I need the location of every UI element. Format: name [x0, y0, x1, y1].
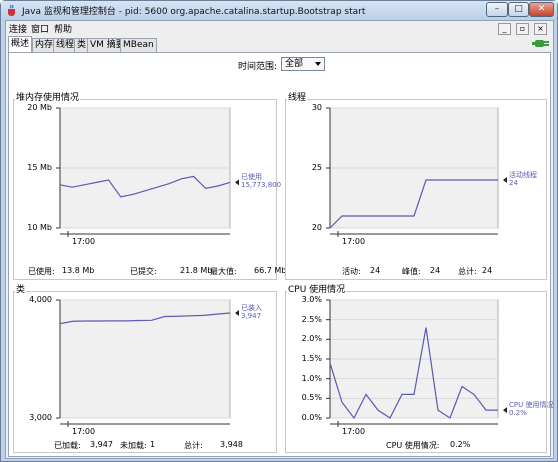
title-bar[interactable]: Java 监视和管理控制台 - pid: 5600 org.apache.cat… [1, 1, 557, 20]
footer-label: 已提交: [130, 267, 157, 276]
footer-label: CPU 使用情况: [386, 441, 440, 450]
footer-value: 21.8 Mb [180, 266, 213, 275]
x-tick-label: 17:00 [72, 427, 96, 436]
y-tick-label: 30 [311, 103, 322, 112]
cpu-usage-panel: CPU 使用情况 0.0% 0.5% 1.0% 1.5% 2.0% 2.5% 3.0% 17:… [285, 282, 553, 453]
menu-help[interactable]: 帮助 [54, 22, 72, 35]
footer-label: 总计: [458, 267, 477, 276]
inner-minimize-button[interactable]: _ [498, 23, 511, 35]
tab-bar: 概述 内存 线程 类 VM 摘要 MBean [6, 35, 553, 52]
maximize-button[interactable]: □ [508, 2, 529, 17]
footer-label: 活动: [342, 267, 361, 276]
y-tick-label: 3.0% [301, 295, 322, 304]
footer-label: 未加载: [120, 441, 147, 450]
y-tick-label: 3,000 [29, 413, 52, 422]
y-tick-label: 20 Mb [27, 103, 52, 112]
footer-label: 峰值: [402, 267, 421, 276]
menu-connection[interactable]: 连接 [9, 22, 27, 35]
y-tick-label: 10 Mb [27, 223, 52, 232]
current-value-marker [235, 309, 239, 316]
y-tick-label: 0.5% [301, 393, 322, 403]
java-cup-icon [8, 4, 15, 16]
classes-panel: 类 3,000 4,000 17:00 已装入 3,947 已加载: 3,947 未加载: 1 总… [13, 282, 277, 453]
footer-label: 已加载: [54, 441, 81, 450]
time-range-value: 全部 [285, 59, 304, 69]
legend-value: 0.2% [509, 409, 527, 418]
footer-value: 24 [430, 266, 441, 275]
chevron-down-icon [315, 62, 321, 66]
legend-value: 3,947 [241, 311, 262, 320]
minimize-button[interactable]: – [486, 2, 508, 17]
y-tick-label: 1.0% [301, 373, 322, 383]
inner-close-button[interactable]: × [534, 23, 547, 35]
y-tick-label: 25 [311, 163, 322, 172]
heap-memory-panel: 堆内存使用情况 10 Mb 15 Mb 20 Mb 17:00 已使用 15,773,80… [13, 90, 286, 280]
footer-value: 66.7 Mb [254, 266, 287, 275]
client-area: 连接 窗口 帮助 _ ▫ × 概述 内存 线程 类 VM 摘要 MBean 时间… [5, 20, 554, 459]
plot-area [59, 299, 231, 419]
x-tick-label: 17:00 [342, 237, 366, 246]
menu-window[interactable]: 窗口 [31, 22, 49, 35]
y-tick-label: 0.0% [301, 413, 322, 422]
chart-svg [326, 299, 507, 427]
y-tick-label: 4,000 [29, 295, 52, 304]
menu-bar: 连接 窗口 帮助 _ ▫ × [6, 21, 553, 35]
footer-value: 1 [150, 440, 156, 449]
footer-value: 13.8 Mb [62, 266, 95, 275]
y-tick-label: 2.0% [301, 334, 322, 344]
legend-value: 24 [509, 179, 518, 187]
x-tick-label: 17:00 [72, 237, 96, 246]
footer-value: 0.2% [450, 440, 471, 449]
chart-svg [56, 299, 239, 427]
footer-value: 24 [482, 266, 493, 275]
footer-label: 总计: [184, 441, 203, 450]
application-window: Java 监视和管理控制台 - pid: 5600 org.apache.cat… [0, 0, 558, 462]
current-value-marker [235, 179, 239, 186]
y-tick-label: 20 [311, 223, 322, 232]
footer-label: 已使用: [28, 267, 55, 276]
y-tick-label: 1.5% [301, 354, 322, 363]
legend-value: 15,773,800 [241, 181, 282, 190]
overview-content: 时间范围: 全部 堆内存使用情况 10 Mb 15 Mb 20 Mb 17:00 已使用… [8, 52, 553, 457]
footer-label: 最大值: [210, 267, 237, 276]
footer-value: 3,947 [90, 440, 113, 449]
connection-plug-icon [532, 40, 549, 47]
current-value-marker [503, 177, 507, 183]
tab-mbean[interactable]: MBean [120, 38, 157, 52]
time-range-select[interactable]: 全部 [281, 57, 325, 71]
footer-value: 3,948 [220, 440, 243, 449]
x-tick-label: 17:00 [342, 427, 366, 436]
chart-svg [326, 107, 507, 237]
y-tick-label: 2.5% [301, 314, 322, 324]
y-tick-label: 15 Mb [27, 163, 52, 172]
window-title: Java 监视和管理控制台 - pid: 5600 org.apache.cat… [22, 7, 366, 17]
tab-overview[interactable]: 概述 [8, 36, 33, 52]
inner-restore-button[interactable]: ▫ [516, 23, 529, 35]
time-range-label: 时间范围: [238, 62, 278, 72]
close-button[interactable]: ✕ [529, 2, 554, 17]
footer-value: 24 [370, 266, 381, 275]
threads-panel: 线程 20 25 30 17:00 活动线程 24 活动: 24 峰值: 24 总计: 24 [285, 90, 547, 280]
chart-svg [56, 107, 239, 237]
current-value-marker [503, 407, 507, 414]
